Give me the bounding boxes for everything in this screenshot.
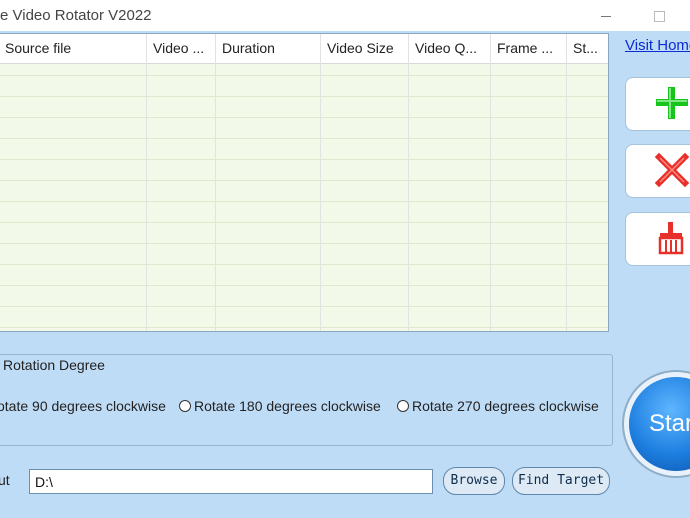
column-divider [490,34,491,331]
column-video-size[interactable]: Video Size [321,34,408,63]
table-header: Source file Video ... Duration Video Siz… [0,34,608,64]
column-divider [146,34,147,331]
rotate-180-radio[interactable] [179,400,191,412]
start-button[interactable]: Start [629,377,690,471]
output-path-input[interactable] [29,469,433,494]
minimize-button[interactable] [583,0,629,31]
column-divider [408,34,409,331]
rotation-group-label: Rotation Degree [1,357,107,373]
plus-icon [656,87,688,119]
column-source-file[interactable]: Source file [0,34,146,63]
main-panel: Source file Video ... Duration Video Siz… [0,31,690,518]
column-divider [215,34,216,331]
column-video-codec[interactable]: Video ... [147,34,215,63]
column-divider [320,34,321,331]
column-duration[interactable]: Duration [216,34,320,63]
title-bar: e Video Rotator V2022 [0,0,690,31]
find-target-button[interactable]: Find Target [512,467,610,495]
broom-icon [658,222,684,255]
column-frame-rate[interactable]: Frame ... [491,34,566,63]
rotate-180-option[interactable]: Rotate 180 degrees clockwise [179,398,381,414]
maximize-button[interactable] [636,0,682,31]
column-divider [566,34,567,331]
rotate-270-label[interactable]: Rotate 270 degrees clockwise [412,398,599,414]
column-status[interactable]: St... [567,34,608,63]
column-video-quality[interactable]: Video Q... [409,34,490,63]
x-icon [654,152,690,188]
visit-homepage-link[interactable]: Visit Homepage [625,37,690,54]
rotate-270-option[interactable]: Rotate 270 degrees clockwise [397,398,599,414]
rotate-270-radio[interactable] [397,400,409,412]
output-label: ut [0,472,10,488]
remove-file-button[interactable] [625,144,690,198]
file-table[interactable]: Source file Video ... Duration Video Siz… [0,33,609,332]
add-file-button[interactable] [625,77,690,131]
browse-button[interactable]: Browse [443,467,505,495]
window-title: e Video Rotator V2022 [0,7,152,24]
clear-list-button[interactable] [625,212,690,266]
start-button-label: Start [649,410,690,437]
rotate-90-label[interactable]: otate 90 degrees clockwise [0,398,166,414]
rotate-180-label[interactable]: Rotate 180 degrees clockwise [194,398,381,414]
rotate-90-option[interactable]: otate 90 degrees clockwise [0,398,166,414]
